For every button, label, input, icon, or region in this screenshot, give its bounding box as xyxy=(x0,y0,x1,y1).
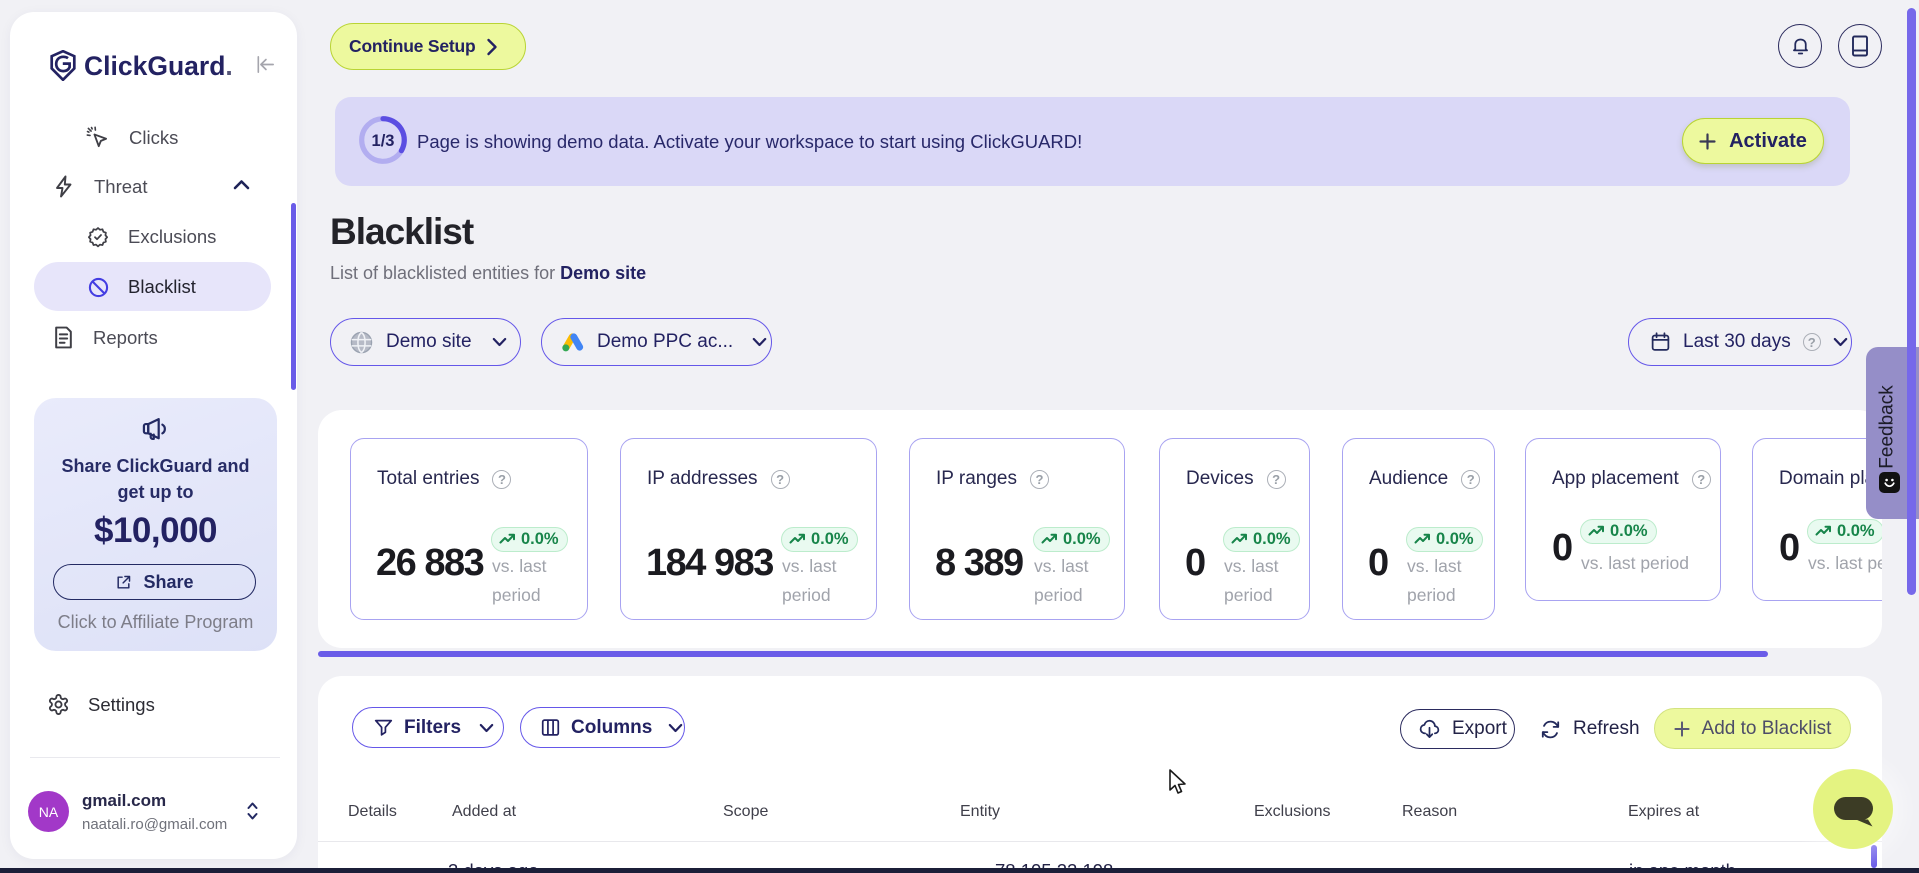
svg-text:1/3: 1/3 xyxy=(372,132,395,150)
